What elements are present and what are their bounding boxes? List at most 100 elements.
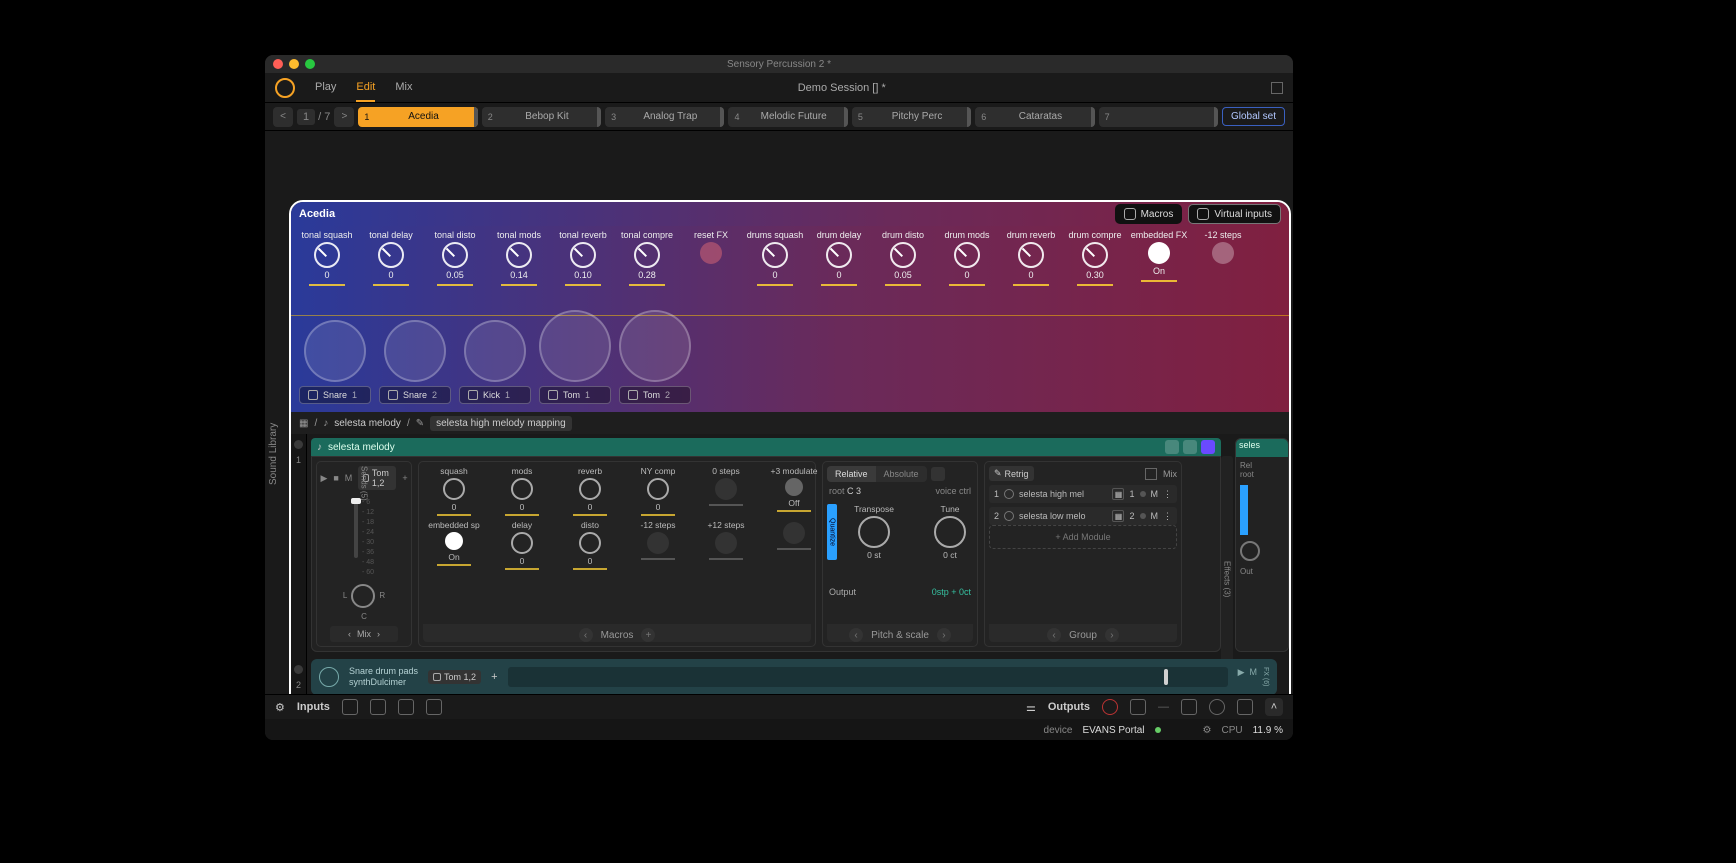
sliders-icon[interactable]: ⚌ [1026, 701, 1036, 714]
play-icon[interactable]: ▶ [1238, 667, 1245, 686]
pad-lane[interactable]: Snare drum padssynthDulcimer Tom 1,2 + ▶… [311, 659, 1277, 695]
drum-icon[interactable] [342, 699, 358, 715]
pitch-output-value[interactable]: 0stp + 0ct [932, 587, 971, 597]
lane-dot[interactable] [294, 440, 303, 449]
pan-knob[interactable] [351, 584, 375, 608]
graph-icon[interactable] [931, 467, 945, 481]
lane-macro[interactable]: disto0 [559, 520, 621, 570]
gear-icon[interactable]: ⚙ [1203, 725, 1212, 736]
layout-icon[interactable] [1183, 440, 1197, 454]
drum-input-0[interactable]: Snare1 [299, 320, 371, 404]
nav-left-icon[interactable]: ‹ [348, 629, 351, 639]
preset-6[interactable]: 6Cataratas [975, 107, 1094, 127]
lane-macro[interactable]: reverb0 [559, 466, 621, 516]
record-icon[interactable] [426, 699, 442, 715]
virtual-inputs-button[interactable]: Virtual inputs [1188, 204, 1281, 224]
crumb-seg-1[interactable]: selesta melody [334, 418, 401, 429]
macros-button[interactable]: Macros [1115, 204, 1183, 224]
macro-knob-1[interactable]: tonal delay0 [359, 230, 423, 286]
stop-icon[interactable] [1271, 82, 1283, 94]
lane-macro[interactable]: 0 steps [695, 466, 757, 516]
pad-input-chip[interactable]: Tom 1,2 [428, 670, 481, 684]
tuning-icon[interactable] [370, 699, 386, 715]
nav-left-icon[interactable]: ‹ [849, 628, 863, 642]
stop-icon[interactable]: ■ [333, 473, 338, 483]
sends-label[interactable]: Sends (5) [360, 466, 369, 501]
velocity-slider[interactable] [508, 667, 1228, 687]
lane-macro[interactable]: -12 steps [627, 520, 689, 570]
play-icon[interactable]: ▶ [320, 473, 327, 484]
global-set-button[interactable]: Global set [1222, 107, 1285, 126]
macro-knob-6[interactable]: reset FX [679, 230, 743, 266]
macro-knob-8[interactable]: drum delay0 [807, 230, 871, 286]
page-current[interactable]: 1 [297, 109, 315, 125]
drum-input-2[interactable]: Kick1 [459, 320, 531, 404]
volume-fader[interactable] [354, 498, 358, 558]
record-out-icon[interactable] [1102, 699, 1118, 715]
pad-add-button[interactable]: + [491, 671, 497, 683]
pitch-mode-toggle[interactable]: RelativeAbsolute [827, 466, 927, 482]
lane-macro[interactable]: delay0 [491, 520, 553, 570]
next-lane-peek[interactable]: seles Rel root Out [1235, 438, 1289, 652]
add-input-button[interactable]: + [402, 473, 407, 483]
app-logo-icon[interactable] [275, 78, 295, 98]
preset-2[interactable]: 2Bebop Kit [482, 107, 601, 127]
macro-knob-11[interactable]: drum reverb0 [999, 230, 1063, 286]
lane-header[interactable]: ♪ selesta melody [311, 438, 1221, 456]
drum-input-1[interactable]: Snare2 [379, 320, 451, 404]
preset-4[interactable]: 4Melodic Future [728, 107, 847, 127]
nav-right-icon[interactable]: › [377, 629, 380, 639]
settings-icon[interactable]: ⚙ [275, 701, 285, 714]
drum-input-4[interactable]: Tom2 [619, 310, 691, 404]
nav-right-icon[interactable]: › [1105, 628, 1119, 642]
tab-mix[interactable]: Mix [395, 74, 412, 102]
preset-prev-button[interactable]: < [273, 107, 293, 127]
crumb-seg-2[interactable]: selesta high melody mapping [430, 416, 572, 431]
lane-macro[interactable]: squash0 [423, 466, 485, 516]
expand-icon[interactable] [1201, 440, 1215, 454]
grid-icon[interactable]: ▦ [299, 418, 308, 429]
transpose-knob[interactable]: Transpose0 st [843, 504, 905, 560]
headphones-icon[interactable] [1209, 699, 1225, 715]
preset-7[interactable]: 7 [1099, 107, 1218, 127]
add-macro-button[interactable]: + [641, 628, 655, 642]
nav-left-icon[interactable]: ‹ [579, 628, 593, 642]
drum-input-3[interactable]: Tom1 [539, 310, 611, 404]
mixer-icon[interactable] [1237, 699, 1253, 715]
outputs-label[interactable]: Outputs [1048, 701, 1090, 713]
lane-macro[interactable]: mods0 [491, 466, 553, 516]
group-item[interactable]: 1selesta high mel▦1M⋮ [989, 485, 1177, 503]
lane-macro[interactable] [763, 520, 825, 570]
power-icon[interactable] [1165, 440, 1179, 454]
session-name[interactable]: Demo Session [] * [412, 82, 1271, 94]
macro-knob-14[interactable]: -12 steps [1191, 230, 1255, 272]
tab-play[interactable]: Play [315, 74, 336, 102]
macro-knob-0[interactable]: tonal squash0 [295, 230, 359, 286]
tune-knob[interactable]: Tune0 ct [919, 504, 981, 560]
drum2-icon[interactable] [398, 699, 414, 715]
inputs-label[interactable]: Inputs [297, 701, 330, 713]
fx-label[interactable]: FX (6) [1262, 667, 1269, 686]
lane-macro[interactable]: NY comp0 [627, 466, 689, 516]
lane-macro[interactable]: embedded spOn [423, 520, 485, 570]
nav-left-icon[interactable]: ‹ [1047, 628, 1061, 642]
retrig-toggle[interactable]: ✎Retrig [989, 466, 1034, 481]
macro-knob-10[interactable]: drum mods0 [935, 230, 999, 286]
preset-1[interactable]: 1Acedia [358, 107, 477, 127]
group-item[interactable]: 2selesta low melo▦2M⋮ [989, 507, 1177, 525]
macro-knob-7[interactable]: drums squash0 [743, 230, 807, 286]
preset-3[interactable]: 3Analog Trap [605, 107, 724, 127]
lane-macro[interactable]: +12 steps [695, 520, 757, 570]
voice-ctrl[interactable]: voice ctrl [935, 486, 971, 496]
save-icon[interactable] [1130, 699, 1146, 715]
preset-5[interactable]: 5Pitchy Perc [852, 107, 971, 127]
macro-knob-12[interactable]: drum compre0.30 [1063, 230, 1127, 286]
macro-knob-9[interactable]: drum disto0.05 [871, 230, 935, 286]
lane-macro[interactable]: +3 modulateOff [763, 466, 825, 516]
preset-next-button[interactable]: > [334, 107, 354, 127]
add-module-button[interactable]: + Add Module [989, 525, 1177, 549]
lane-dot-2[interactable] [294, 665, 303, 674]
folder-icon[interactable] [1181, 699, 1197, 715]
macro-knob-13[interactable]: embedded FXOn [1127, 230, 1191, 282]
sound-library-tab[interactable]: Sound Library [268, 423, 279, 485]
